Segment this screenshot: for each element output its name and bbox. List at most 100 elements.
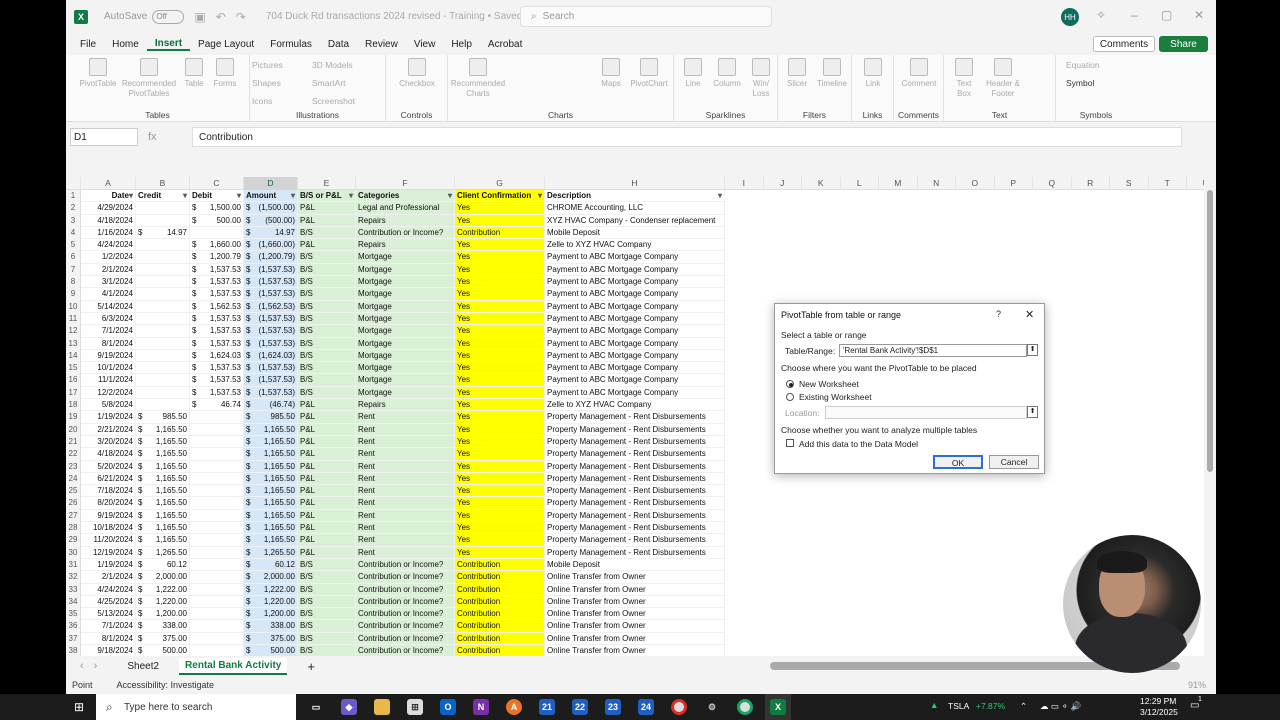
column-header-o[interactable]: O xyxy=(956,177,995,190)
cell[interactable]: 2/21/2024 xyxy=(81,423,136,436)
cell[interactable]: 10/18/2024 xyxy=(81,522,136,535)
cell[interactable]: Mortgage xyxy=(356,288,455,301)
cell[interactable]: $338.00 xyxy=(244,620,298,633)
cancel-button[interactable]: Cancel xyxy=(989,455,1039,469)
cell[interactable]: P&L xyxy=(298,448,356,461)
cell[interactable] xyxy=(190,423,244,436)
slicer-button[interactable]: Slicer xyxy=(782,58,812,89)
cell[interactable]: Mortgage xyxy=(356,349,455,363)
row-number[interactable]: 34 xyxy=(66,595,81,609)
sheet-tab-sheet2[interactable]: Sheet2 xyxy=(121,659,165,674)
column-title[interactable]: Debit ▾ xyxy=(190,190,244,203)
cell[interactable]: Contribution xyxy=(455,558,545,572)
maps-button[interactable]: Maps xyxy=(596,58,626,89)
chrome-profile-icon[interactable] xyxy=(732,694,758,720)
cell[interactable]: Rent xyxy=(356,546,455,559)
cell[interactable]: $1,660.00 xyxy=(190,239,244,252)
cell[interactable]: $1,165.50 xyxy=(244,534,298,547)
cell[interactable]: $1,537.53 xyxy=(190,386,244,400)
cell[interactable] xyxy=(136,214,190,227)
column-header-a[interactable]: A xyxy=(81,177,136,190)
cell[interactable]: Mortgage xyxy=(356,386,455,400)
cell[interactable]: $ (1,624.03) xyxy=(244,349,298,363)
clock-time[interactable]: 12:29 PM xyxy=(1140,696,1176,706)
cell[interactable]: Online Transfer from Owner xyxy=(545,595,725,609)
cell[interactable]: $1,165.50 xyxy=(244,522,298,535)
table-range-input[interactable]: 'Rental Bank Activity'!$D$1 xyxy=(839,344,1027,357)
cell[interactable]: 4/25/2024 xyxy=(81,595,136,609)
cell[interactable]: $1,500.00 xyxy=(190,202,244,215)
row-number[interactable]: 29 xyxy=(66,534,81,547)
row-number[interactable]: 19 xyxy=(66,411,81,424)
table-button[interactable]: Table xyxy=(180,58,208,89)
cell[interactable]: P&L xyxy=(298,472,356,486)
filter-dropdown-icon[interactable]: ▾ xyxy=(538,190,542,201)
row-number[interactable]: 33 xyxy=(66,583,81,596)
menu-formulas[interactable]: Formulas xyxy=(262,39,320,50)
cell[interactable]: $1,165.50 xyxy=(136,509,190,523)
forms-button[interactable]: Forms xyxy=(210,58,240,89)
cell[interactable]: Contribution xyxy=(455,632,545,645)
cell[interactable] xyxy=(136,202,190,215)
column-header-h[interactable]: H xyxy=(545,177,725,190)
equation-button[interactable]: Equation xyxy=(1066,60,1100,70)
cell[interactable]: Rent xyxy=(356,448,455,461)
cell[interactable]: Contribution xyxy=(455,226,545,240)
cell[interactable]: $1,165.50 xyxy=(244,485,298,498)
cell[interactable]: Contribution or Income? xyxy=(356,632,455,645)
recommended-pivottables-button[interactable]: Recommended PivotTables xyxy=(118,58,180,99)
link-button[interactable]: Link xyxy=(858,58,888,89)
prev-sheet-icon[interactable]: ‹ xyxy=(80,660,84,672)
column-header-d[interactable]: D xyxy=(244,177,298,190)
cell[interactable]: 7/1/2024 xyxy=(81,620,136,633)
row-number[interactable]: 15 xyxy=(66,362,81,375)
cell[interactable]: Property Management - Rent Disbursements xyxy=(545,435,725,449)
cell[interactable]: $1,165.50 xyxy=(136,435,190,449)
cell[interactable]: $60.12 xyxy=(244,558,298,572)
cell[interactable]: 1/16/2024 xyxy=(81,226,136,240)
cell[interactable]: Contribution xyxy=(455,608,545,621)
column-header-s[interactable]: S xyxy=(1110,177,1149,190)
cell[interactable] xyxy=(190,620,244,633)
cell[interactable]: Yes xyxy=(455,251,545,264)
cell[interactable]: 4/24/2024 xyxy=(81,239,136,252)
cell[interactable]: 4/24/2024 xyxy=(81,583,136,596)
cell[interactable]: Rent xyxy=(356,423,455,436)
cell[interactable] xyxy=(190,472,244,486)
cell[interactable]: $ (1,537.53) xyxy=(244,325,298,338)
cell[interactable]: Zelle to XYZ HVAC Company xyxy=(545,239,725,252)
row-number[interactable]: 36 xyxy=(66,620,81,633)
calendar-icon-24[interactable]: 24 xyxy=(633,694,659,720)
text-box-button[interactable]: Text Box xyxy=(950,58,978,99)
symbol-button[interactable]: Symbol xyxy=(1066,78,1094,88)
cell[interactable]: B/S xyxy=(298,263,356,277)
cell[interactable]: Payment to ABC Mortgage Company xyxy=(545,374,725,387)
cell[interactable]: $ (46.74) xyxy=(244,399,298,412)
cell[interactable]: Repairs xyxy=(356,214,455,227)
app-icon-a[interactable]: A xyxy=(501,694,527,720)
cell[interactable]: Contribution xyxy=(455,583,545,596)
cell[interactable] xyxy=(190,522,244,535)
cell[interactable]: Online Transfer from Owner xyxy=(545,620,725,633)
calendar-icon-21[interactable]: 21 xyxy=(534,694,560,720)
cell[interactable]: Yes xyxy=(455,337,545,350)
column-header-c[interactable]: C xyxy=(190,177,244,190)
dialog-close-icon[interactable]: ✕ xyxy=(1025,308,1034,321)
cell[interactable]: B/S xyxy=(298,374,356,387)
cell[interactable]: B/S xyxy=(298,300,356,313)
cell[interactable]: $1,537.53 xyxy=(190,337,244,350)
cell[interactable]: $1,537.53 xyxy=(190,325,244,338)
cell[interactable] xyxy=(190,448,244,461)
cell[interactable]: 6/3/2024 xyxy=(81,312,136,326)
menu-acrobat[interactable]: Acrobat xyxy=(480,39,530,50)
smartart-button[interactable]: SmartArt xyxy=(312,78,346,88)
document-title[interactable]: 704 Duck Rd transactions 2024 revised - … xyxy=(266,11,522,22)
column-title[interactable]: Categories ▾ xyxy=(356,190,455,203)
comment-button[interactable]: Comment xyxy=(900,58,938,89)
cell[interactable]: B/S xyxy=(298,386,356,400)
cell[interactable]: $1,562.53 xyxy=(190,300,244,313)
tray-chevron-icon[interactable]: ⌃ xyxy=(1020,701,1027,712)
cell[interactable]: Rent xyxy=(356,522,455,535)
cell[interactable]: $1,222.00 xyxy=(244,583,298,596)
cell[interactable]: Contribution or Income? xyxy=(356,226,455,240)
